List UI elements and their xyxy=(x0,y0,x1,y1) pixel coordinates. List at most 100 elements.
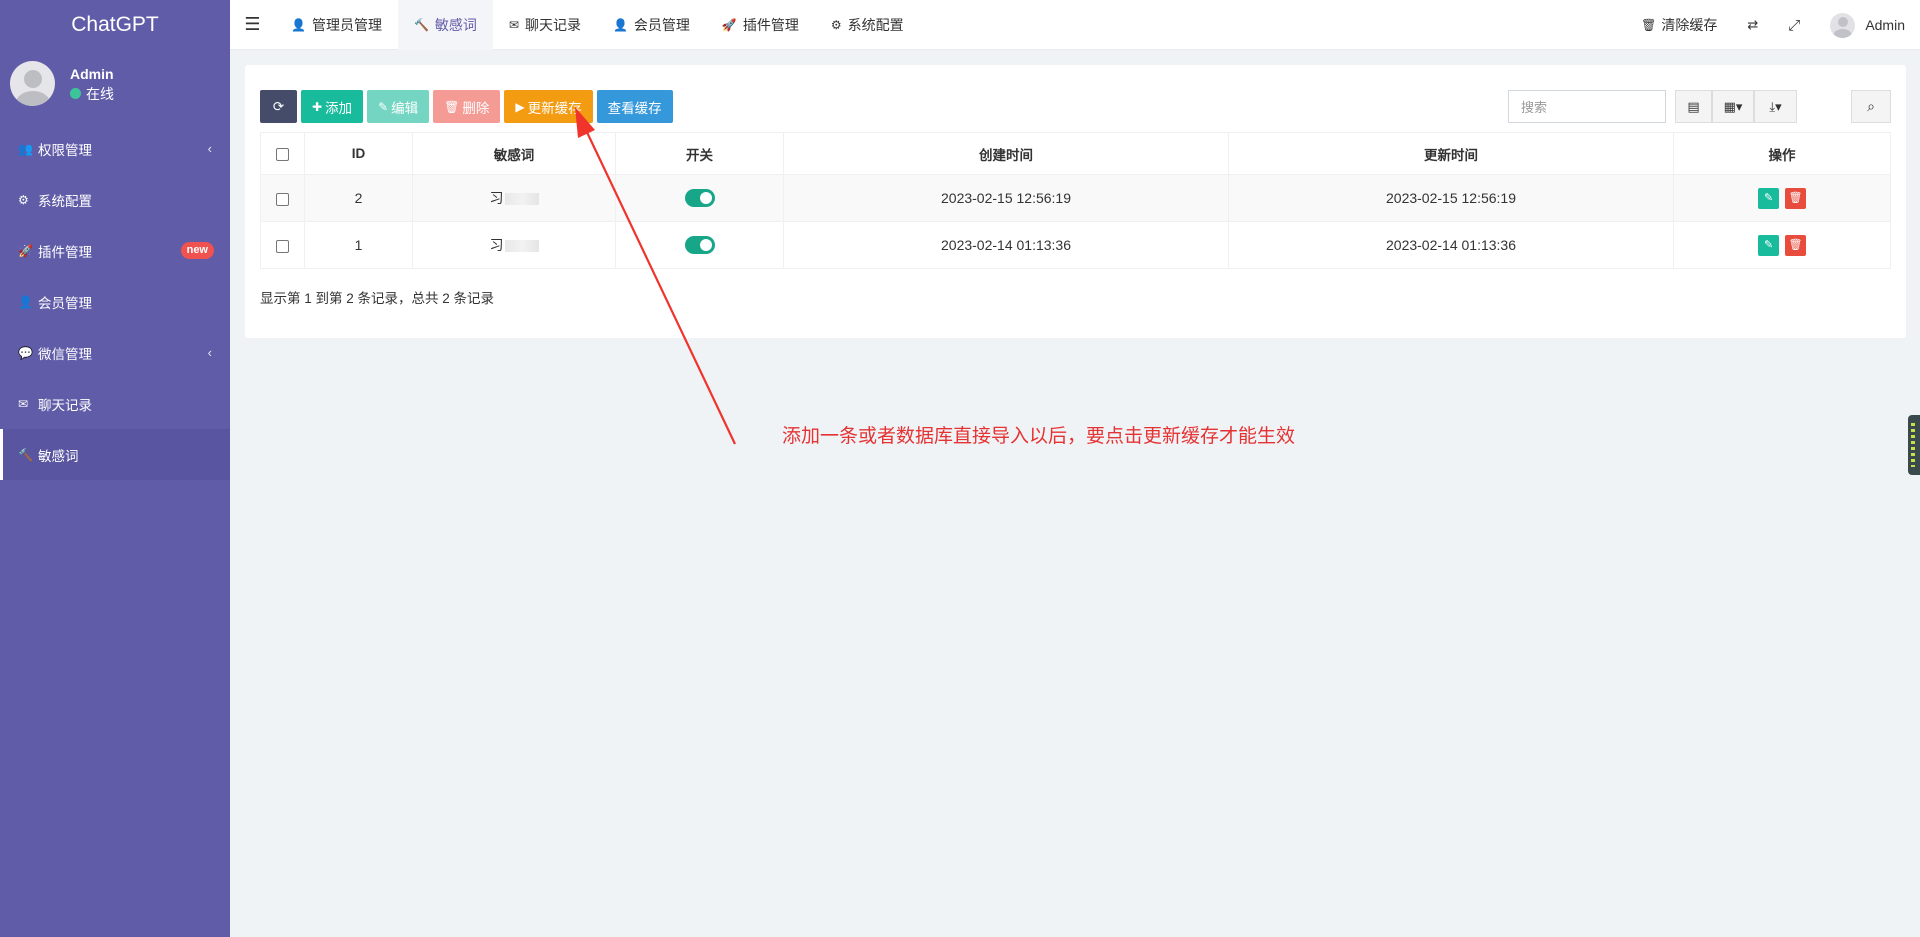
cell-switch xyxy=(615,174,784,222)
column-header-actions: 操作 xyxy=(1673,132,1891,175)
envelope-icon: ✉ xyxy=(18,396,29,411)
delete-button[interactable]: 🗑 删除 xyxy=(433,90,501,123)
row-edit-button[interactable]: ✎ xyxy=(1758,234,1780,256)
cell-actions: ✎ 🗑 xyxy=(1673,221,1891,269)
tab-sensitive-words[interactable]: 🔨 敏感词 xyxy=(397,0,493,50)
toolbar: ⟳ ✚ 添加 ✎ 编辑 🗑 删除 ▶ 更新缓存 查看缓存 xyxy=(260,90,677,123)
fullscreen-button[interactable]: ⤢ xyxy=(1773,0,1815,50)
chevron-left-icon: ‹ xyxy=(207,345,212,360)
tab-system-config[interactable]: ⚙ 系统配置 xyxy=(815,0,920,50)
tab-admin-management[interactable]: 👤 管理员管理 xyxy=(275,0,398,50)
tab-label: 插件管理 xyxy=(742,16,799,33)
update-cache-label: 更新缓存 xyxy=(527,100,582,116)
plus-icon: ✚ xyxy=(312,99,323,114)
add-button[interactable]: ✚ 添加 xyxy=(301,90,364,123)
sidebar-item-chat-records[interactable]: ✉ 聊天记录 xyxy=(0,378,230,429)
row-checkbox[interactable] xyxy=(276,192,289,206)
list-view-icon: ▤ xyxy=(1687,98,1700,114)
view-cache-button[interactable]: 查看缓存 xyxy=(596,90,673,123)
topbar-right: 🗑 清除缓存 ⇄ ⤢ Admin xyxy=(1626,0,1920,50)
gavel-icon: 🔨 xyxy=(413,17,429,32)
column-header-id[interactable]: ID xyxy=(304,132,413,175)
sidebar-item-label: 会员管理 xyxy=(38,295,92,311)
sidebar-item-sensitive-words[interactable]: 🔨 敏感词 xyxy=(0,429,230,480)
user-icon: 👤 xyxy=(18,294,33,309)
tab-members[interactable]: 👤 会员管理 xyxy=(597,0,706,50)
tab-label: 聊天记录 xyxy=(524,16,581,33)
fullscreen-icon: ⤢ xyxy=(1788,16,1801,34)
common-search-button[interactable]: ⌕ xyxy=(1851,90,1891,123)
table-row[interactable]: 2 习 2023-02-15 12:56:19 2023-02-15 12:56… xyxy=(260,174,1891,222)
row-delete-button[interactable]: 🗑 xyxy=(1784,187,1806,209)
wechat-icon: 💬 xyxy=(18,345,33,360)
column-header-created[interactable]: 创建时间 xyxy=(783,132,1229,175)
cell-created: 2023-02-15 12:56:19 xyxy=(783,174,1229,222)
row-checkbox[interactable] xyxy=(276,239,289,253)
edit-button[interactable]: ✎ 编辑 xyxy=(367,90,430,123)
cell-actions: ✎ 🗑 xyxy=(1673,174,1891,222)
tab-label: 会员管理 xyxy=(633,16,690,33)
blurred-text xyxy=(504,193,539,206)
cell-created: 2023-02-14 01:13:36 xyxy=(783,221,1229,269)
table-header-row: ID 敏感词 开关 创建时间 更新时间 操作 xyxy=(260,132,1891,175)
annotation-note: 添加一条或者数据库直接导入以后，要点击更新缓存才能生效 xyxy=(782,426,1296,447)
enabled-toggle[interactable] xyxy=(684,236,715,255)
admin-menu[interactable]: Admin xyxy=(1815,0,1920,50)
rocket-icon: 🚀 xyxy=(721,17,737,32)
admin-name: Admin xyxy=(1865,17,1905,33)
refresh-button[interactable]: ⟳ xyxy=(260,90,297,123)
side-widget[interactable] xyxy=(1908,415,1920,475)
tab-chat-records[interactable]: ✉ 聊天记录 xyxy=(493,0,597,50)
columns-button[interactable]: ▦▾ xyxy=(1712,90,1754,123)
gavel-icon: 🔨 xyxy=(18,447,33,462)
export-icon: ⤓▾ xyxy=(1769,98,1782,114)
toggle-view-button[interactable]: ▤ xyxy=(1675,90,1712,123)
topbar: ☰ 👤 管理员管理 🔨 敏感词 ✉ 聊天记录 👤 会员管理 🚀 插件管理 ⚙ 系… xyxy=(230,0,1920,50)
tab-label: 管理员管理 xyxy=(311,16,382,33)
trash-icon: 🗑 xyxy=(1788,191,1803,204)
sidebar-item-label: 微信管理 xyxy=(38,346,92,362)
select-all-checkbox[interactable] xyxy=(276,147,289,161)
tab-label: 系统配置 xyxy=(847,16,904,33)
avatar xyxy=(10,61,55,106)
cell-word: 习 xyxy=(412,174,616,222)
tab-plugins[interactable]: 🚀 插件管理 xyxy=(706,0,815,50)
column-header-updated[interactable]: 更新时间 xyxy=(1228,132,1674,175)
export-button[interactable]: ⤓▾ xyxy=(1754,90,1797,123)
view-cache-label: 查看缓存 xyxy=(607,100,662,116)
sidebar-item-label: 插件管理 xyxy=(38,244,92,260)
sidebar-item-members[interactable]: 👤 会员管理 xyxy=(0,276,230,327)
user-status: 在线 xyxy=(70,84,114,104)
chevron-left-icon: ‹ xyxy=(207,141,212,156)
table-row[interactable]: 1 习 2023-02-14 01:13:36 2023-02-14 01:13… xyxy=(260,221,1891,269)
trash-icon: 🗑 xyxy=(1641,18,1657,32)
user-panel: Admin 在线 xyxy=(0,50,230,117)
translate-button[interactable]: ⇄ xyxy=(1732,0,1773,50)
row-delete-button[interactable]: 🗑 xyxy=(1784,234,1806,256)
search-input[interactable]: 搜索 xyxy=(1508,90,1666,123)
refresh-icon: ⟳ xyxy=(272,98,285,114)
enabled-toggle[interactable] xyxy=(684,189,715,208)
sidebar-item-system-config[interactable]: ⚙ 系统配置 xyxy=(0,174,230,225)
sidebar-item-permissions[interactable]: 👥 权限管理 ‹ xyxy=(0,123,230,174)
column-header-switch[interactable]: 开关 xyxy=(615,132,784,175)
cell-word: 习 xyxy=(412,221,616,269)
update-cache-button[interactable]: ▶ 更新缓存 xyxy=(504,90,593,123)
menu-toggle-icon[interactable]: ☰ xyxy=(230,0,275,50)
sidebar-item-wechat[interactable]: 💬 微信管理 ‹ xyxy=(0,327,230,378)
sidebar-item-plugins[interactable]: 🚀 插件管理 new xyxy=(0,225,230,276)
add-label: 添加 xyxy=(325,100,353,116)
column-header-word[interactable]: 敏感词 xyxy=(412,132,616,175)
user-status-text: 在线 xyxy=(86,85,114,102)
delete-label: 删除 xyxy=(462,100,490,116)
row-edit-button[interactable]: ✎ xyxy=(1758,187,1780,209)
online-dot-icon xyxy=(70,88,81,99)
pencil-icon: ✎ xyxy=(1763,191,1774,204)
word-text: 习 xyxy=(489,237,504,253)
pencil-icon: ✎ xyxy=(1763,238,1774,251)
edit-label: 编辑 xyxy=(391,100,419,116)
sidebar-item-label: 聊天记录 xyxy=(38,397,92,413)
clear-cache-button[interactable]: 🗑 清除缓存 xyxy=(1626,0,1732,50)
brand-logo[interactable]: ChatGPT xyxy=(0,0,230,50)
cell-switch xyxy=(615,221,784,269)
